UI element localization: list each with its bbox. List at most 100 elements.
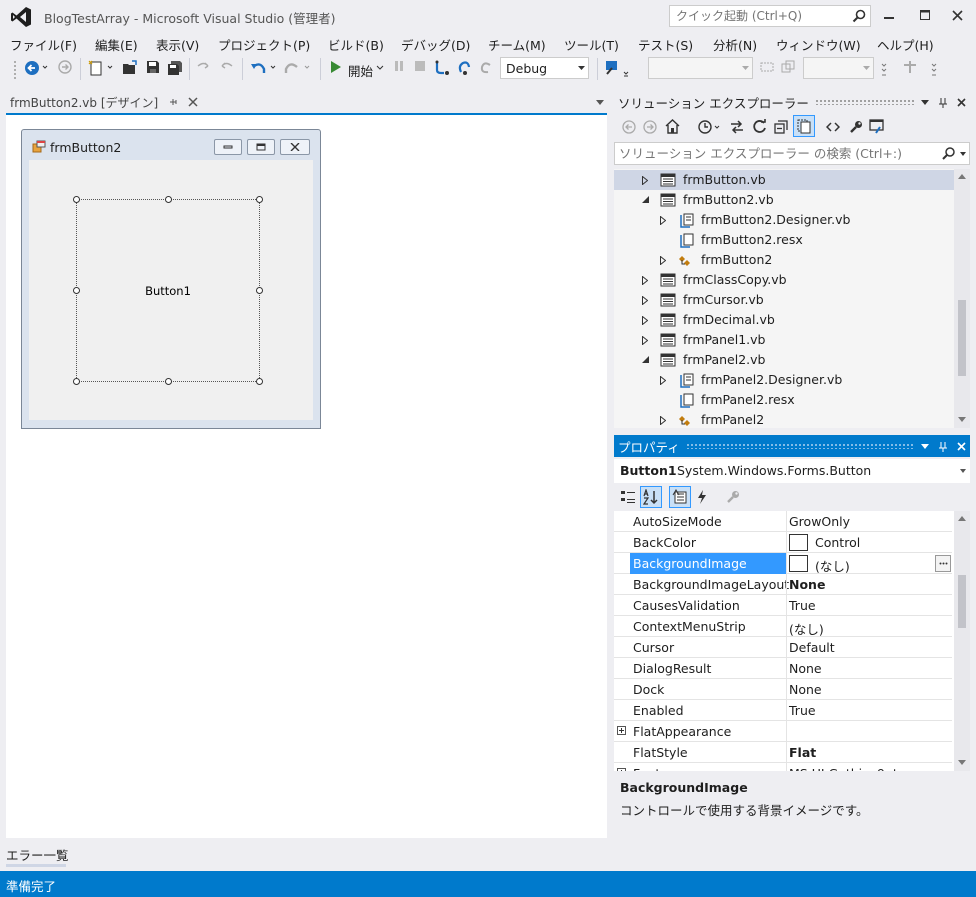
property-row[interactable]: BackColor Control: [614, 532, 952, 553]
form-minimize-button[interactable]: [214, 139, 242, 155]
resize-handle-top-left[interactable]: [73, 196, 80, 203]
solution-configuration-select[interactable]: Debug: [500, 57, 589, 79]
maximize-button[interactable]: [910, 2, 940, 28]
close-tab-icon[interactable]: [188, 97, 198, 107]
solution-search-box[interactable]: [614, 142, 970, 165]
tree-item[interactable]: frmButton2: [614, 250, 954, 270]
ellipsis-button[interactable]: [935, 555, 951, 572]
collapsed-arrow-icon[interactable]: [660, 256, 666, 265]
property-value[interactable]: (なし): [789, 619, 824, 638]
property-value[interactable]: True: [789, 598, 816, 613]
menu-project[interactable]: プロジェクト(P): [218, 35, 310, 54]
resize-handle-left[interactable]: [73, 287, 80, 294]
property-row[interactable]: BackgroundImage (なし): [614, 553, 952, 574]
menu-build[interactable]: ビルド(B): [328, 35, 384, 54]
toolbar-overflow-2-icon[interactable]: [930, 60, 938, 78]
property-row[interactable]: Enabled True: [614, 700, 952, 721]
form-close-button[interactable]: [280, 139, 310, 155]
expanded-arrow-icon[interactable]: [642, 356, 650, 364]
solution-tree-scrollbar[interactable]: [954, 169, 970, 428]
solution-search-input[interactable]: [615, 143, 935, 164]
cut-disabled-icon[interactable]: [196, 60, 212, 74]
step-over-icon[interactable]: [457, 60, 473, 76]
menu-debug[interactable]: デバッグ(D): [401, 35, 470, 54]
tree-item[interactable]: frmPanel2.resx: [614, 390, 954, 410]
save-icon[interactable]: [146, 60, 160, 74]
menu-team[interactable]: チーム(M): [488, 35, 546, 54]
property-row[interactable]: FlatAppearance: [614, 721, 952, 742]
stop-icon[interactable]: [414, 60, 426, 72]
minimize-button[interactable]: [874, 2, 904, 28]
tree-item[interactable]: frmPanel1.vb: [614, 330, 954, 350]
save-all-icon[interactable]: [167, 60, 183, 76]
secondary-select[interactable]: [803, 57, 874, 79]
layout-disabled-icon[interactable]: [902, 60, 918, 74]
collapsed-arrow-icon[interactable]: [642, 296, 648, 305]
collapse-all-icon[interactable]: [774, 120, 788, 134]
expand-plus-icon[interactable]: [617, 726, 626, 735]
collapsed-arrow-icon[interactable]: [642, 176, 648, 185]
property-row[interactable]: FontMS UI Gothic, 9pt: [614, 763, 952, 771]
button1-control[interactable]: Button1: [76, 199, 260, 382]
categorized-view-icon[interactable]: [620, 489, 636, 505]
menu-view[interactable]: 表示(V): [156, 35, 199, 54]
object-selector[interactable]: Button1 System.Windows.Forms.Button: [614, 459, 970, 483]
pin-icon[interactable]: [939, 441, 947, 452]
property-grid-scrollbar[interactable]: [954, 511, 970, 771]
tree-item[interactable]: frmClassCopy.vb: [614, 270, 954, 290]
property-value[interactable]: None: [789, 577, 825, 592]
collapsed-arrow-icon[interactable]: [642, 276, 648, 285]
target-platform-select[interactable]: [648, 57, 753, 79]
close-panel-icon[interactable]: [957, 441, 966, 451]
se-back-icon[interactable]: [622, 120, 636, 134]
pin-icon[interactable]: [939, 97, 947, 108]
panel-menu-chevron-icon[interactable]: [921, 443, 929, 449]
form-maximize-button[interactable]: [247, 139, 275, 155]
start-debugging-button[interactable]: 開始: [348, 61, 373, 80]
error-list-tab[interactable]: エラー一覧: [6, 845, 69, 864]
tree-item[interactable]: frmPanel2: [614, 410, 954, 430]
menu-edit[interactable]: 編集(E): [95, 35, 138, 54]
navigate-back-button[interactable]: [24, 60, 48, 76]
refresh-icon[interactable]: [752, 119, 767, 134]
view-code-icon[interactable]: [826, 121, 840, 133]
tree-item[interactable]: frmCursor.vb: [614, 290, 954, 310]
collapsed-arrow-icon[interactable]: [660, 216, 666, 225]
resize-handle-bottom-left[interactable]: [73, 378, 80, 385]
view-designer-icon[interactable]: [869, 119, 885, 134]
panel-menu-chevron-icon[interactable]: [921, 99, 929, 105]
menu-test[interactable]: テスト(S): [638, 35, 693, 54]
collapsed-arrow-icon[interactable]: [660, 376, 666, 385]
properties-view-toggle[interactable]: [669, 486, 691, 508]
property-row[interactable]: Cursor Default: [614, 637, 952, 658]
se-forward-icon[interactable]: [643, 120, 657, 134]
start-dropdown-chevron-icon[interactable]: [376, 60, 384, 74]
menu-window[interactable]: ウィンドウ(W): [776, 35, 861, 54]
pending-changes-filter-icon[interactable]: [698, 119, 722, 134]
collapsed-arrow-icon[interactable]: [642, 316, 648, 325]
property-row[interactable]: DialogResult None: [614, 658, 952, 679]
property-row[interactable]: Dock None: [614, 679, 952, 700]
align-disabled-icon[interactable]: [760, 60, 774, 74]
property-row[interactable]: ContextMenuStrip (なし): [614, 616, 952, 637]
expanded-arrow-icon[interactable]: [642, 196, 650, 204]
home-icon[interactable]: [665, 119, 680, 134]
property-value[interactable]: Default: [789, 640, 835, 655]
redo-button[interactable]: [284, 60, 312, 76]
property-value[interactable]: None: [789, 682, 822, 697]
tree-item[interactable]: frmPanel2.vb: [614, 350, 954, 370]
properties-wrench-icon[interactable]: [849, 120, 863, 134]
step-into-icon[interactable]: [434, 60, 450, 76]
step-out-icon[interactable]: [479, 60, 493, 76]
quick-launch-input[interactable]: [670, 6, 840, 26]
toolbar-overflow-icon[interactable]: [880, 60, 888, 78]
collapsed-arrow-icon[interactable]: [660, 416, 666, 425]
resize-handle-top[interactable]: [165, 196, 172, 203]
alphabetical-view-toggle[interactable]: [640, 486, 662, 508]
start-play-icon[interactable]: [330, 60, 342, 74]
menu-help[interactable]: ヘルプ(H): [877, 35, 934, 54]
designer-document-tab[interactable]: frmButton2.vb [デザイン]: [6, 92, 206, 112]
tree-item[interactable]: frmButton.vb: [614, 170, 954, 190]
find-in-files-icon[interactable]: [604, 60, 632, 78]
sync-with-document-icon[interactable]: [730, 120, 744, 134]
